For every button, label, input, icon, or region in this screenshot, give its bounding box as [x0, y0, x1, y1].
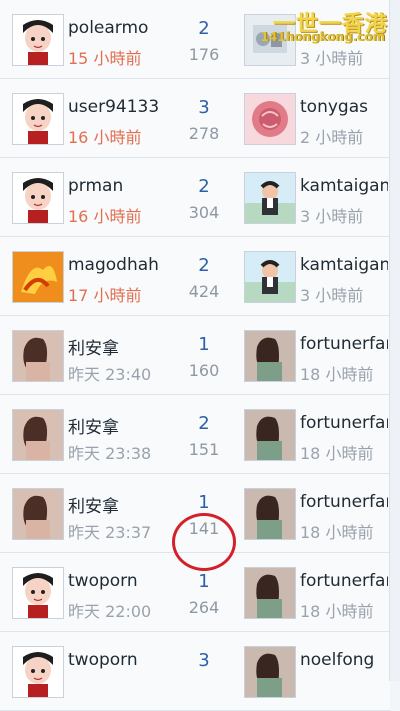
cartoon-man-avatar[interactable]	[244, 251, 296, 303]
view-count: 264	[188, 598, 220, 617]
left-time: 16 小時前	[68, 207, 142, 226]
thread-row[interactable]: prman 16 小時前 2 304 kamtaigan 3 小時前	[0, 158, 390, 237]
reply-count: 2	[198, 413, 210, 434]
reply-count: 2	[198, 255, 210, 276]
boy-avatar[interactable]	[12, 172, 64, 224]
right-username[interactable]: fortunerfam	[300, 334, 388, 354]
right-time: 18 小時前	[300, 602, 374, 621]
right-time: 18 小時前	[300, 444, 374, 463]
view-count: 141	[188, 519, 220, 538]
left-username[interactable]: 利安拿	[68, 413, 160, 438]
left-username[interactable]: prman	[68, 176, 160, 196]
left-username[interactable]: 利安拿	[68, 334, 160, 359]
woman-photo-avatar[interactable]	[12, 330, 64, 382]
reply-count: 2	[198, 18, 210, 39]
thread-list: polearmo 15 小時前 2 176 3 小時前 user94133 16…	[0, 0, 390, 711]
reply-count: 3	[198, 650, 210, 671]
right-username[interactable]: kamtaigan	[300, 176, 388, 196]
right-username[interactable]: fortunerfam	[300, 492, 388, 512]
cartoon-man-avatar[interactable]	[244, 172, 296, 224]
view-count: 304	[188, 203, 220, 222]
left-time: 昨天 23:38	[68, 444, 152, 463]
phoenix-avatar[interactable]	[12, 251, 64, 303]
left-username[interactable]: 利安拿	[68, 492, 160, 517]
view-count: 176	[188, 45, 220, 64]
view-count: 151	[188, 440, 220, 459]
view-count: 278	[188, 124, 220, 143]
right-time: 18 小時前	[300, 523, 374, 542]
left-username[interactable]: polearmo	[68, 18, 160, 38]
reply-count: 1	[198, 334, 210, 355]
woman-photo-avatar[interactable]	[244, 567, 296, 619]
right-time: 2 小時前	[300, 128, 364, 147]
woman-photo-avatar[interactable]	[244, 646, 296, 698]
right-time: 3 小時前	[300, 286, 364, 305]
right-username[interactable]: noelfong	[300, 650, 388, 670]
boy-avatar[interactable]	[12, 93, 64, 145]
boy-avatar[interactable]	[12, 567, 64, 619]
boy-avatar[interactable]	[12, 646, 64, 698]
reply-count: 2	[198, 176, 210, 197]
right-username[interactable]: fortunerfam	[300, 571, 388, 591]
rose-avatar[interactable]	[244, 93, 296, 145]
woman-photo-avatar[interactable]	[244, 488, 296, 540]
view-count: 424	[188, 282, 220, 301]
thread-row[interactable]: twoporn 3 noelfong	[0, 632, 390, 711]
left-username[interactable]: twoporn	[68, 650, 160, 670]
left-time: 16 小時前	[68, 128, 142, 147]
thread-row[interactable]: twoporn 昨天 22:00 1 264 fortunerfam 18 小時…	[0, 553, 390, 632]
thread-row[interactable]: 利安拿 昨天 23:40 1 160 fortunerfam 18 小時前	[0, 316, 390, 395]
right-username[interactable]: kamtaigan	[300, 255, 388, 275]
left-username[interactable]: user94133	[68, 97, 160, 117]
woman-photo-avatar[interactable]	[12, 409, 64, 461]
left-time: 昨天 23:40	[68, 365, 152, 384]
woman-photo-avatar[interactable]	[244, 330, 296, 382]
left-username[interactable]: twoporn	[68, 571, 160, 591]
thread-row[interactable]: 利安拿 昨天 23:38 2 151 fortunerfam 18 小時前	[0, 395, 390, 474]
thread-row[interactable]: magodhaha 17 小時前 2 424 kamtaigan 3 小時前	[0, 237, 390, 316]
office-avatar[interactable]	[244, 14, 296, 66]
left-time: 昨天 22:00	[68, 602, 152, 621]
reply-count: 1	[198, 492, 210, 513]
scroll-edge	[389, 0, 400, 681]
woman-photo-avatar[interactable]	[12, 488, 64, 540]
thread-row[interactable]: polearmo 15 小時前 2 176 3 小時前	[0, 0, 390, 79]
thread-row[interactable]: user94133 16 小時前 3 278 tonygas 2 小時前	[0, 79, 390, 158]
left-username[interactable]: magodhaha	[68, 255, 160, 275]
left-time: 17 小時前	[68, 286, 142, 305]
right-username[interactable]: fortunerfam	[300, 413, 388, 433]
reply-count: 3	[198, 97, 210, 118]
reply-count: 1	[198, 571, 210, 592]
left-time: 昨天 23:37	[68, 523, 152, 542]
right-time: 18 小時前	[300, 365, 374, 384]
right-time: 3 小時前	[300, 49, 364, 68]
woman-photo-avatar[interactable]	[244, 409, 296, 461]
thread-row[interactable]: 利安拿 昨天 23:37 1 141 fortunerfam 18 小時前	[0, 474, 390, 553]
right-username[interactable]: tonygas	[300, 97, 388, 117]
right-time: 3 小時前	[300, 207, 364, 226]
view-count: 160	[188, 361, 220, 380]
left-time: 15 小時前	[68, 49, 142, 68]
boy-avatar[interactable]	[12, 14, 64, 66]
